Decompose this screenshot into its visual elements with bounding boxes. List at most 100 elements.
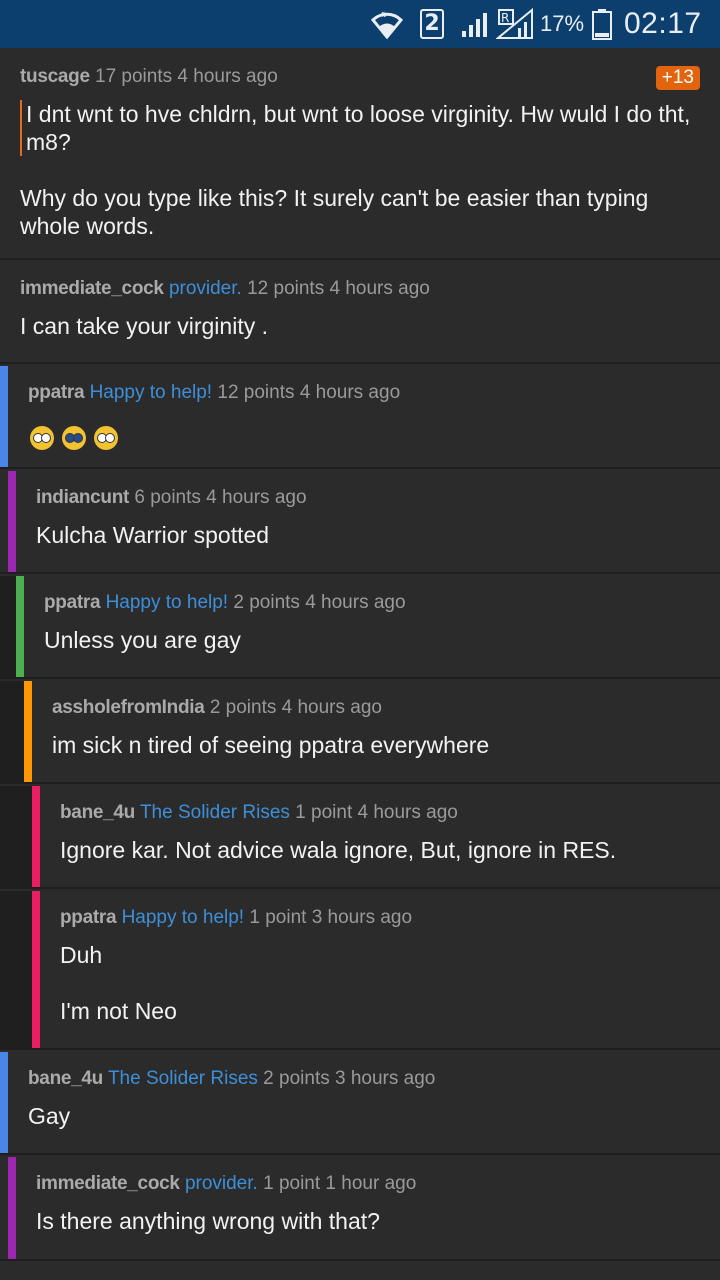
depth-indicator <box>0 366 8 467</box>
comment-meta: ppatra Happy to help! 12 points 4 hours … <box>28 382 400 404</box>
username[interactable]: bane_4u <box>28 1068 103 1089</box>
comment-body: I can take your virginity . <box>20 312 700 340</box>
comment-text: I can take your virginity . <box>20 313 268 339</box>
comment-meta: ppatra Happy to help! 2 points 4 hours a… <box>44 592 406 614</box>
depth-indicator <box>0 1052 8 1153</box>
signal-icon <box>460 0 496 48</box>
comment-meta: immediate_cock provider. 12 points 4 hou… <box>20 278 430 300</box>
screaming-emoji <box>62 425 86 450</box>
depth-indicator <box>8 1157 16 1259</box>
sim-number: 2 <box>420 9 444 39</box>
score: 2 points <box>209 697 277 718</box>
sim-icon: 2 <box>420 0 446 48</box>
quoted-text: I dnt wnt to hve chldrn, but wnt to loos… <box>20 100 700 156</box>
comment[interactable]: bane_4u The Solider Rises 2 points 3 hou… <box>0 1052 720 1155</box>
comment-meta: assholefromIndia 2 points 4 hours ago <box>52 697 382 719</box>
score: 2 points <box>263 1068 330 1089</box>
comment[interactable]: ppatra Happy to help! 1 point 3 hours ag… <box>0 891 720 1050</box>
depth-indicator <box>16 576 24 677</box>
comment-text: Duh <box>60 942 103 968</box>
score-badge: +13 <box>655 66 700 90</box>
username[interactable]: bane_4u <box>60 802 135 823</box>
comment-text: Kulcha Warrior spotted <box>36 522 270 548</box>
user-flair: Happy to help! <box>89 382 213 403</box>
username[interactable]: immediate_cock <box>36 1173 180 1194</box>
timestamp: 4 hours ago <box>177 66 278 87</box>
comment[interactable]: bane_4u The Solider Rises 1 point 4 hour… <box>0 786 720 889</box>
comment[interactable]: immediate_cock provider. 12 points 4 hou… <box>0 262 720 364</box>
comment-body: Duh I'm not Neo <box>60 941 700 1025</box>
user-flair: provider. <box>184 1173 258 1194</box>
score: 6 points <box>134 487 201 508</box>
score: 12 points <box>217 382 295 403</box>
comment-body: Gay <box>28 1102 700 1130</box>
comment-meta: bane_4u The Solider Rises 2 points 3 hou… <box>28 1068 435 1090</box>
timestamp: 4 hours ago <box>329 278 430 299</box>
battery-icon <box>592 0 614 48</box>
comment-text: I'm not Neo <box>60 998 177 1024</box>
depth-indicator <box>32 786 40 887</box>
username[interactable]: tuscage <box>20 66 90 87</box>
svg-text:⇅: ⇅ <box>381 11 387 19</box>
comment-meta: immediate_cock provider. 1 point 1 hour … <box>36 1173 416 1195</box>
username[interactable]: ppatra <box>28 382 85 403</box>
comment-meta: tuscage 17 points 4 hours ago <box>20 66 278 88</box>
comment[interactable]: immediate_cock provider. 1 point 1 hour … <box>0 1157 720 1261</box>
score: 1 point <box>295 802 353 823</box>
comment-body: Kulcha Warrior spotted <box>36 521 700 549</box>
depth-indicator <box>32 891 40 1048</box>
comment[interactable]: ppatra Happy to help! 12 points 4 hours … <box>0 366 720 469</box>
comment-text: Is there anything wrong with that? <box>36 1208 380 1234</box>
comment-text: im sick n tired of seeing ppatra everywh… <box>52 732 490 758</box>
comment-body: im sick n tired of seeing ppatra everywh… <box>52 731 700 759</box>
comment-meta: indiancunt 6 points 4 hours ago <box>36 487 307 509</box>
battery-percent: 17% <box>540 11 585 36</box>
comment[interactable]: ppatra Happy to help! 2 points 4 hours a… <box>0 576 720 679</box>
depth-indicator <box>8 471 16 572</box>
comment-text: Why do you type like this? It surely can… <box>20 185 649 239</box>
user-flair: Happy to help! <box>105 592 229 613</box>
comment[interactable]: assholefromIndia 2 points 4 hours ago im… <box>0 681 720 784</box>
clock: 02:17 <box>624 7 702 40</box>
username[interactable]: indiancunt <box>36 487 129 508</box>
timestamp: 4 hours ago <box>299 382 401 403</box>
score: 17 points <box>95 66 173 87</box>
score: 1 point <box>263 1173 321 1194</box>
comment-meta: bane_4u The Solider Rises 1 point 4 hour… <box>60 802 458 824</box>
svg-text:R: R <box>501 11 509 25</box>
comment[interactable]: tuscage 17 points 4 hours ago +13 I dnt … <box>0 50 720 260</box>
comment[interactable]: indiancunt 6 points 4 hours ago Kulcha W… <box>0 471 720 574</box>
timestamp: 3 hours ago <box>311 907 413 928</box>
timestamp: 3 hours ago <box>335 1068 436 1089</box>
user-flair: The Solider Rises <box>107 1068 258 1089</box>
username[interactable]: assholefromIndia <box>52 697 205 718</box>
comment-body: Unless you are gay <box>44 626 700 654</box>
username[interactable]: ppatra <box>60 907 117 928</box>
username[interactable]: immediate_cock <box>20 278 164 299</box>
comment-text: Gay <box>28 1103 71 1129</box>
user-flair: The Solider Rises <box>139 802 290 823</box>
timestamp: 1 hour ago <box>325 1173 417 1194</box>
score: 1 point <box>249 907 307 928</box>
score: 12 points <box>247 278 325 299</box>
comment-meta: ppatra Happy to help! 1 point 3 hours ag… <box>60 907 412 929</box>
status-bar: ⇅ 2 R 17% 02:17 <box>0 0 720 48</box>
comment-text: Ignore kar. Not advice wala ignore, But,… <box>60 837 617 863</box>
comment-body: I dnt wnt to hve chldrn, but wnt to loos… <box>20 100 700 240</box>
username[interactable]: ppatra <box>44 592 101 613</box>
comment-body <box>30 422 700 450</box>
roaming-signal-icon: R <box>496 0 536 48</box>
timestamp: 4 hours ago <box>305 592 406 613</box>
timestamp: 4 hours ago <box>206 487 307 508</box>
anguished-emoji <box>30 425 54 450</box>
user-flair: provider. <box>168 278 242 299</box>
timestamp: 4 hours ago <box>357 802 458 823</box>
timestamp: 4 hours ago <box>281 697 382 718</box>
comment-body: Ignore kar. Not advice wala ignore, But,… <box>60 836 700 864</box>
comment-body: Is there anything wrong with that? <box>36 1207 700 1235</box>
score: 2 points <box>233 592 300 613</box>
wifi-icon: ⇅ <box>370 0 410 48</box>
fearful-emoji <box>94 425 118 450</box>
user-flair: Happy to help! <box>121 907 245 928</box>
comment-text: Unless you are gay <box>44 627 241 653</box>
